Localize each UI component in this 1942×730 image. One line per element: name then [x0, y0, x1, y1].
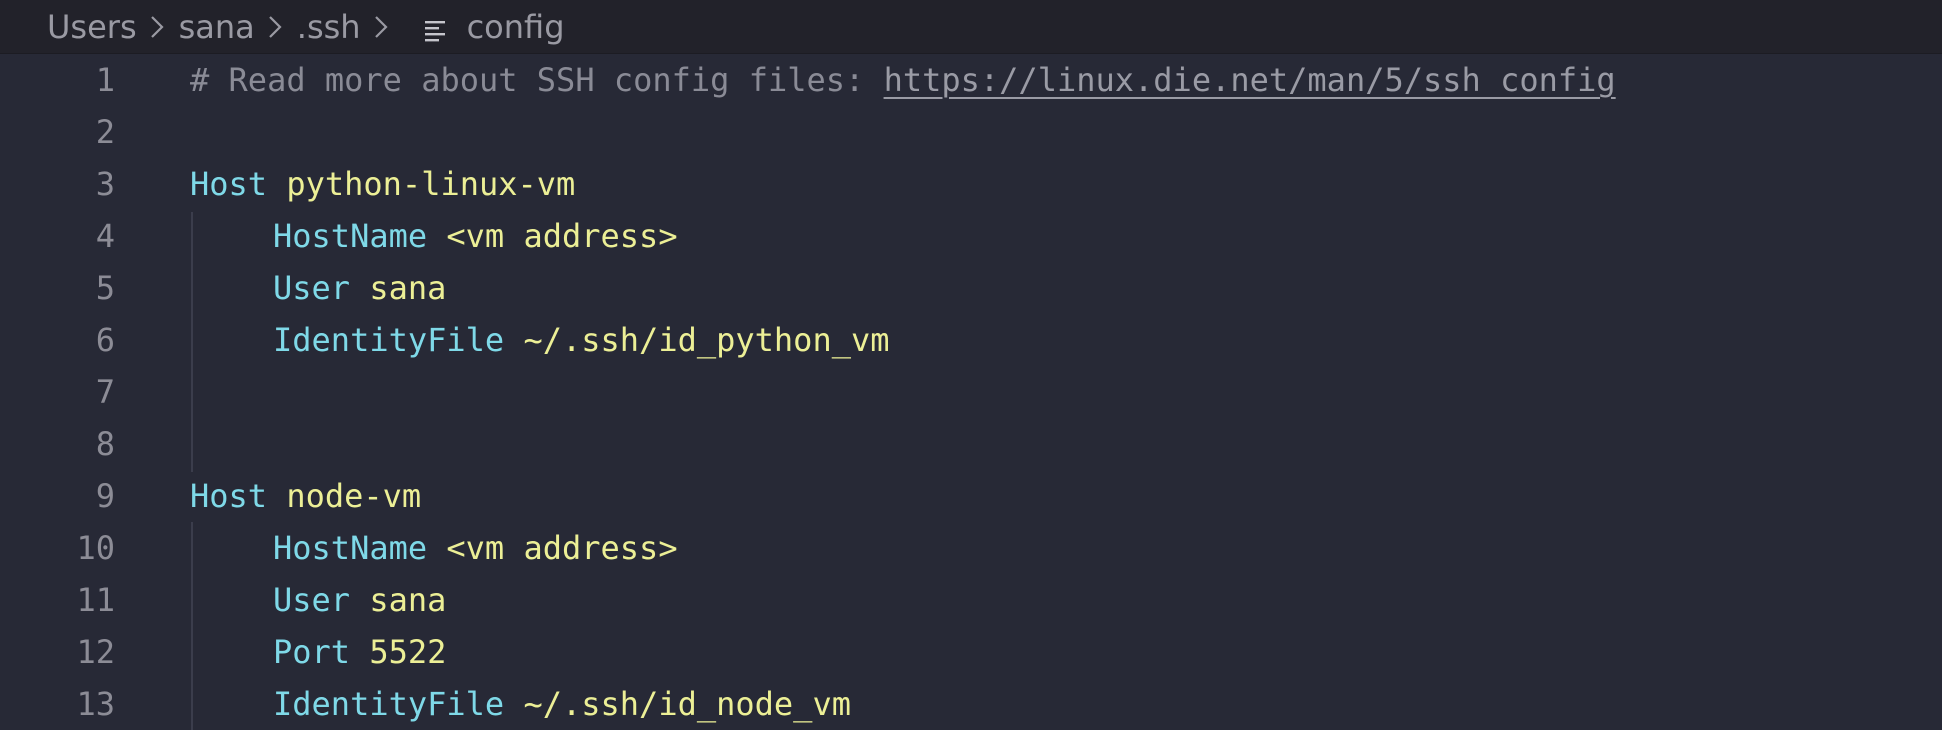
line-number: 11: [76, 581, 115, 619]
code-line: 8: [0, 418, 1942, 470]
code-line: 6 IdentityFile ~/.ssh/id_python_vm: [0, 314, 1942, 366]
breadcrumb-item-users[interactable]: Users: [47, 8, 137, 46]
line-number: 13: [76, 685, 115, 723]
config-keyword: Host: [190, 165, 268, 203]
breadcrumb-item-sana[interactable]: sana: [179, 8, 255, 46]
config-value: <vm address>: [446, 217, 678, 255]
config-value: sana: [369, 269, 447, 307]
code-line: 7: [0, 366, 1942, 418]
code-line: 13 IdentityFile ~/.ssh/id_node_vm: [0, 678, 1942, 730]
config-value: node-vm: [286, 477, 422, 515]
chevron-right-icon: [374, 15, 388, 39]
line-number: 5: [95, 269, 115, 307]
config-keyword: HostName: [273, 529, 428, 567]
code-line: 4 HostName <vm address>: [0, 210, 1942, 262]
config-keyword: IdentityFile: [273, 321, 505, 359]
config-keyword: Port: [273, 633, 351, 671]
chevron-right-icon: [268, 15, 282, 39]
config-keyword: Host: [190, 477, 268, 515]
breadcrumb: Users sana .ssh config: [0, 0, 1942, 54]
config-value: ~/.ssh/id_python_vm: [523, 321, 890, 359]
line-number: 10: [76, 529, 115, 567]
line-number: 4: [95, 217, 115, 255]
code-line: 2: [0, 106, 1942, 158]
line-number: 8: [95, 425, 115, 463]
line-number: 7: [95, 373, 115, 411]
chevron-right-icon: [150, 15, 164, 39]
code-line: 12 Port 5522: [0, 626, 1942, 678]
line-number: 9: [95, 477, 115, 515]
line-number: 1: [95, 61, 115, 99]
line-number: 3: [95, 165, 115, 203]
config-keyword: User: [273, 269, 351, 307]
config-keyword: IdentityFile: [273, 685, 505, 723]
config-value: <vm address>: [446, 529, 678, 567]
code-line: 10 HostName <vm address>: [0, 522, 1942, 574]
config-keyword: HostName: [273, 217, 428, 255]
code-line: 11 User sana: [0, 574, 1942, 626]
code-editor[interactable]: 1 # Read more about SSH config files: ht…: [0, 54, 1942, 730]
code-line: 1 # Read more about SSH config files: ht…: [0, 54, 1942, 106]
config-value: 5522: [369, 633, 447, 671]
code-line: 5 User sana: [0, 262, 1942, 314]
comment-link[interactable]: https://linux.die.net/man/5/ssh_config: [884, 61, 1616, 99]
config-value: python-linux-vm: [286, 165, 576, 203]
config-value: ~/.ssh/id_node_vm: [523, 685, 851, 723]
breadcrumb-item-config[interactable]: config: [467, 8, 565, 46]
config-value: sana: [369, 581, 447, 619]
line-number: 2: [95, 113, 115, 151]
file-lines-icon: [423, 14, 449, 41]
comment-text: # Read more about SSH config files:: [190, 61, 884, 99]
breadcrumb-item-ssh[interactable]: .ssh: [297, 8, 361, 46]
code-line: 3 Host python-linux-vm: [0, 158, 1942, 210]
line-number: 6: [95, 321, 115, 359]
config-keyword: User: [273, 581, 351, 619]
code-line: 9 Host node-vm: [0, 470, 1942, 522]
line-number: 12: [76, 633, 115, 671]
